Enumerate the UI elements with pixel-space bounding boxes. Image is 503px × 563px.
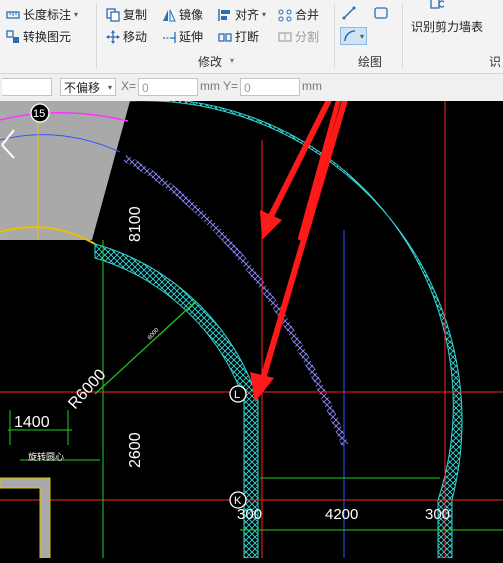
break-icon (218, 30, 232, 44)
identify-group-label: 识 (489, 55, 502, 69)
mirror-label: 镜像 (179, 8, 204, 22)
dropdown-arrow-icon: ▾ (74, 10, 79, 19)
drawing-canvas[interactable]: 8100 2600 1400 R6000 6000 300 4200 300 旋… (0, 41, 503, 559)
ribbon-separator (334, 4, 335, 68)
dim-300-right-text: 300 (425, 506, 450, 523)
offset-mode-select[interactable]: 不偏移 ▾ (60, 78, 116, 96)
split-label: 分割 (295, 30, 320, 44)
axis-15-label: 15 (33, 108, 45, 120)
identify-wall-table-button[interactable]: 识别剪力墙表 (411, 18, 483, 35)
move-icon (106, 29, 120, 44)
extend-icon (162, 30, 176, 44)
convert-element-button[interactable]: 转换图元 (6, 28, 71, 45)
dim-2600-text: 2600 (127, 432, 144, 468)
draw-group-label: 绘图 (358, 55, 383, 69)
convert-element-label: 转换图元 (23, 30, 72, 44)
options-left-field[interactable] (2, 78, 52, 96)
merge-label: 合并 (295, 8, 320, 22)
draw-line-button[interactable] (342, 6, 356, 20)
x-coordinate-input[interactable]: 0 (138, 78, 198, 96)
move-button[interactable]: 移动 (106, 28, 147, 45)
axis-K-label: K (234, 495, 242, 507)
ribbon-separator (402, 4, 403, 68)
copy-icon (106, 7, 120, 22)
length-dimension-label: 长度标注 (23, 8, 72, 22)
x-label: X= (121, 79, 137, 93)
arc-icon (343, 29, 357, 43)
offset-mode-value: 不偏移 (64, 81, 101, 95)
align-icon (218, 8, 232, 22)
dim-1400-text: 1400 (14, 414, 50, 431)
rotation-center-note: 旋转圆心 (28, 451, 64, 462)
merge-icon (278, 8, 292, 22)
ruler-icon (6, 8, 20, 22)
extend-button[interactable]: 延伸 (162, 28, 203, 45)
rectangle-icon (374, 6, 388, 20)
break-button[interactable]: 打断 (218, 28, 259, 45)
dim-8100-text: 8100 (127, 206, 144, 242)
dim-4200-text: 4200 (325, 506, 358, 523)
x-unit-label: mm (200, 79, 220, 93)
copy-label: 复制 (123, 8, 148, 22)
line-icon (342, 6, 356, 20)
extend-label: 延伸 (179, 30, 204, 44)
ribbon-separator (96, 4, 97, 68)
align-button[interactable]: 对齐 ▾ (218, 6, 266, 23)
split-button[interactable]: 分割 (278, 28, 319, 45)
group-expand-icon[interactable]: ▾ (230, 56, 234, 65)
mirror-icon (162, 8, 176, 22)
length-dimension-button[interactable]: 长度标注 ▾ (6, 6, 78, 23)
y-coordinate-input[interactable]: 0 (240, 78, 300, 96)
axis-L-label: L (234, 389, 240, 401)
identify-table-icon (430, 0, 444, 12)
cad-drawing[interactable]: 8100 2600 1400 R6000 6000 300 4200 300 旋… (0, 41, 503, 559)
dropdown-arrow-icon: ▾ (107, 83, 112, 92)
x-value: 0 (142, 81, 149, 95)
identify-wall-table-label: 识别剪力墙表 (411, 20, 484, 34)
merge-button[interactable]: 合并 (278, 6, 319, 23)
mirror-button[interactable]: 镜像 (162, 6, 203, 23)
copy-button[interactable]: 复制 (106, 6, 147, 23)
break-label: 打断 (235, 30, 260, 44)
align-label: 对齐 (235, 8, 260, 22)
options-bar: 不偏移 ▾ X= 0 mm Y= 0 mm (0, 74, 503, 102)
modify-group-label: 修改 (198, 55, 223, 69)
y-unit-label: mm (302, 79, 322, 93)
draw-rectangle-button[interactable] (374, 6, 388, 20)
y-label: Y= (223, 79, 239, 93)
identify-wall-icon-wrap (430, 0, 444, 12)
dropdown-arrow-icon: ▾ (262, 10, 267, 19)
ribbon-toolbar: 长度标注 ▾ 转换图元 复制 镜像 对齐 ▾ 合并 移动 延伸 打断 分割 修改… (0, 0, 503, 74)
convert-icon (6, 29, 20, 44)
move-label: 移动 (123, 30, 148, 44)
split-icon (278, 30, 292, 44)
draw-arc-button[interactable]: ▾ (340, 27, 368, 45)
dim-300-left-text: 300 (237, 506, 262, 523)
dropdown-arrow-icon: ▾ (360, 31, 365, 41)
y-value: 0 (244, 81, 251, 95)
